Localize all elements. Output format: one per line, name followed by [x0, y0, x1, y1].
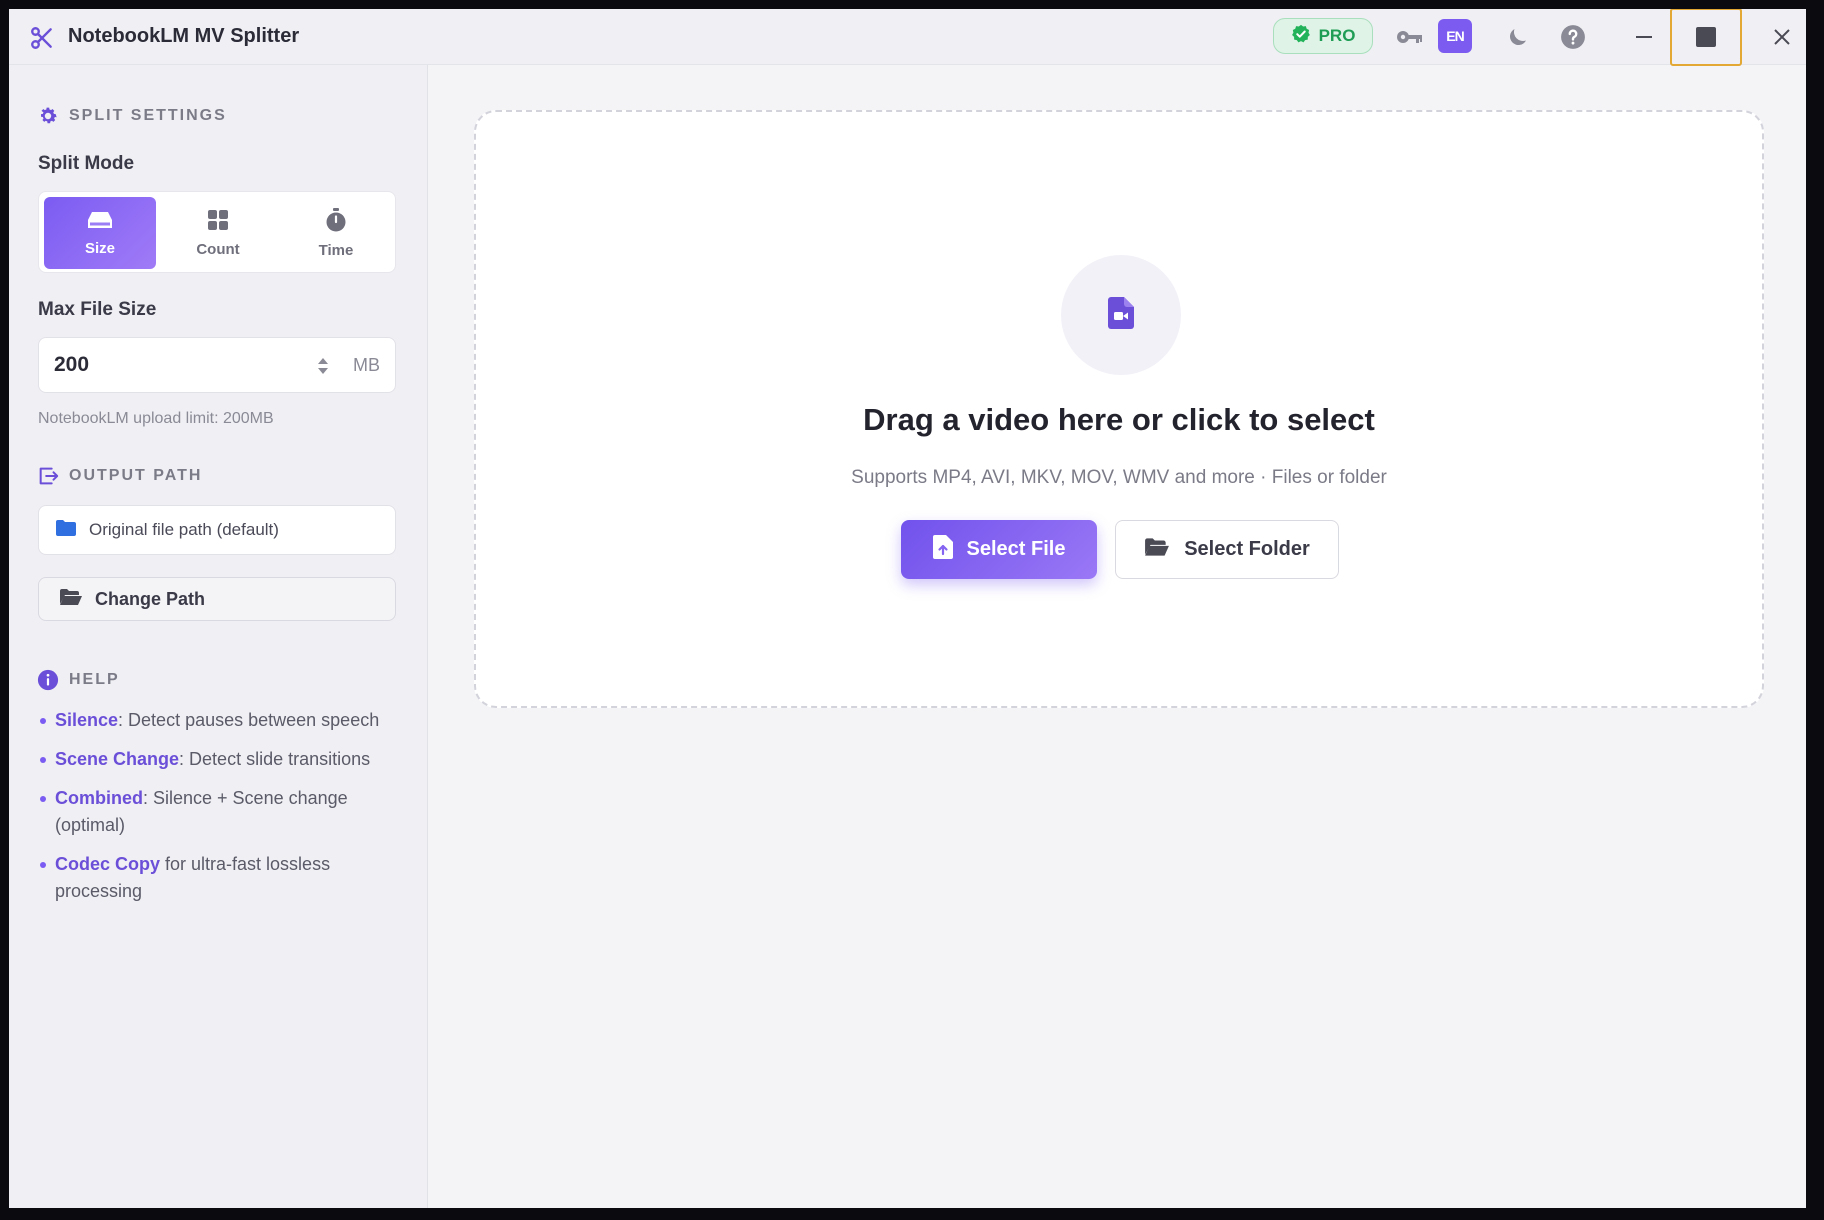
max-file-size-value: 200: [54, 353, 90, 376]
mode-time-label: Time: [318, 241, 354, 259]
pro-badge[interactable]: PRO: [1273, 18, 1373, 54]
select-file-button[interactable]: Select File: [901, 520, 1097, 579]
mode-count-button[interactable]: Count: [162, 197, 274, 269]
mode-count-label: Count: [196, 240, 240, 258]
select-file-label: Select File: [966, 538, 1066, 560]
mode-time-button[interactable]: Time: [280, 197, 392, 269]
help-title: HELP: [69, 671, 120, 688]
check-badge-icon: [1291, 24, 1311, 49]
help-item-codec-copy: Codec Copy for ultra-fast lossless proce…: [37, 851, 407, 905]
export-icon: [37, 465, 59, 487]
app-title: NotebookLM MV Splitter: [68, 25, 300, 47]
help-text: : Detect pauses between speech: [118, 710, 380, 730]
scissors-icon: [29, 25, 55, 51]
folder-open-icon: [59, 588, 83, 611]
output-path-title: OUTPUT PATH: [69, 467, 203, 484]
help-item-combined: Combined: Silence + Scene change (optima…: [37, 785, 407, 839]
gear-icon: [37, 105, 59, 127]
title-bar: NotebookLM MV Splitter PRO EN: [9, 9, 1806, 66]
split-settings-title: SPLIT SETTINGS: [69, 107, 227, 124]
select-folder-label: Select Folder: [1184, 538, 1310, 560]
maximize-button[interactable]: [1670, 9, 1742, 66]
spinner-arrows-icon[interactable]: [317, 356, 329, 376]
select-folder-button[interactable]: Select Folder: [1115, 520, 1339, 579]
drop-zone-subtitle: Supports MP4, AVI, MKV, MOV, WMV and mor…: [851, 467, 1387, 488]
file-video-icon: [1108, 296, 1134, 334]
app-window: NotebookLM MV Splitter PRO EN SPLIT SETT…: [9, 9, 1806, 1208]
grid-icon: [207, 209, 229, 235]
file-upload-icon: [932, 534, 953, 565]
mode-size-label: Size: [84, 239, 115, 257]
help-header: HELP: [37, 669, 120, 691]
video-drop-zone[interactable]: Drag a video here or click to select Sup…: [474, 110, 1764, 708]
moon-icon[interactable]: [1504, 23, 1532, 51]
minimize-icon[interactable]: [1630, 23, 1658, 51]
language-label: EN: [1446, 28, 1464, 44]
upload-limit-hint: NotebookLM upload limit: 200MB: [38, 410, 274, 427]
key-icon[interactable]: [1396, 23, 1424, 51]
help-keyword: Scene Change: [55, 749, 180, 769]
close-icon[interactable]: [1768, 23, 1796, 51]
help-icon[interactable]: [1559, 23, 1587, 51]
maximize-icon: [1696, 27, 1716, 47]
help-text: : Detect slide transitions: [179, 749, 371, 769]
max-file-size-input[interactable]: 200 MB: [38, 337, 396, 393]
split-mode-selector: Size Count Time: [38, 191, 396, 273]
max-file-size-label: Max File Size: [38, 299, 157, 320]
file-video-icon-container: [1061, 255, 1181, 375]
help-keyword: Combined: [55, 788, 143, 808]
stopwatch-icon: [325, 207, 347, 236]
drop-zone-title: Drag a video here or click to select: [863, 402, 1375, 437]
info-icon: [37, 669, 59, 691]
split-settings-header: SPLIT SETTINGS: [37, 105, 227, 127]
help-item-silence: Silence: Detect pauses between speech: [37, 707, 407, 734]
folder-open-icon: [1144, 537, 1170, 563]
output-path-display: Original file path (default): [38, 505, 396, 555]
settings-sidebar: SPLIT SETTINGS Split Mode Size Count Tim…: [9, 65, 428, 1208]
help-keyword: Silence: [55, 710, 119, 730]
pro-label: PRO: [1318, 26, 1356, 45]
split-mode-label: Split Mode: [38, 153, 135, 174]
size-unit: MB: [353, 355, 380, 375]
language-button[interactable]: EN: [1438, 19, 1472, 53]
help-item-scene-change: Scene Change: Detect slide transitions: [37, 746, 407, 773]
change-path-label: Change Path: [95, 588, 206, 609]
folder-icon: [55, 519, 77, 542]
help-keyword: Codec Copy: [55, 854, 161, 874]
help-list: Silence: Detect pauses between speech Sc…: [37, 707, 407, 917]
output-path-header: OUTPUT PATH: [37, 465, 202, 487]
change-path-button[interactable]: Change Path: [38, 577, 396, 621]
output-path-value: Original file path (default): [89, 520, 279, 539]
hdd-icon: [87, 210, 113, 234]
mode-size-button[interactable]: Size: [44, 197, 156, 269]
